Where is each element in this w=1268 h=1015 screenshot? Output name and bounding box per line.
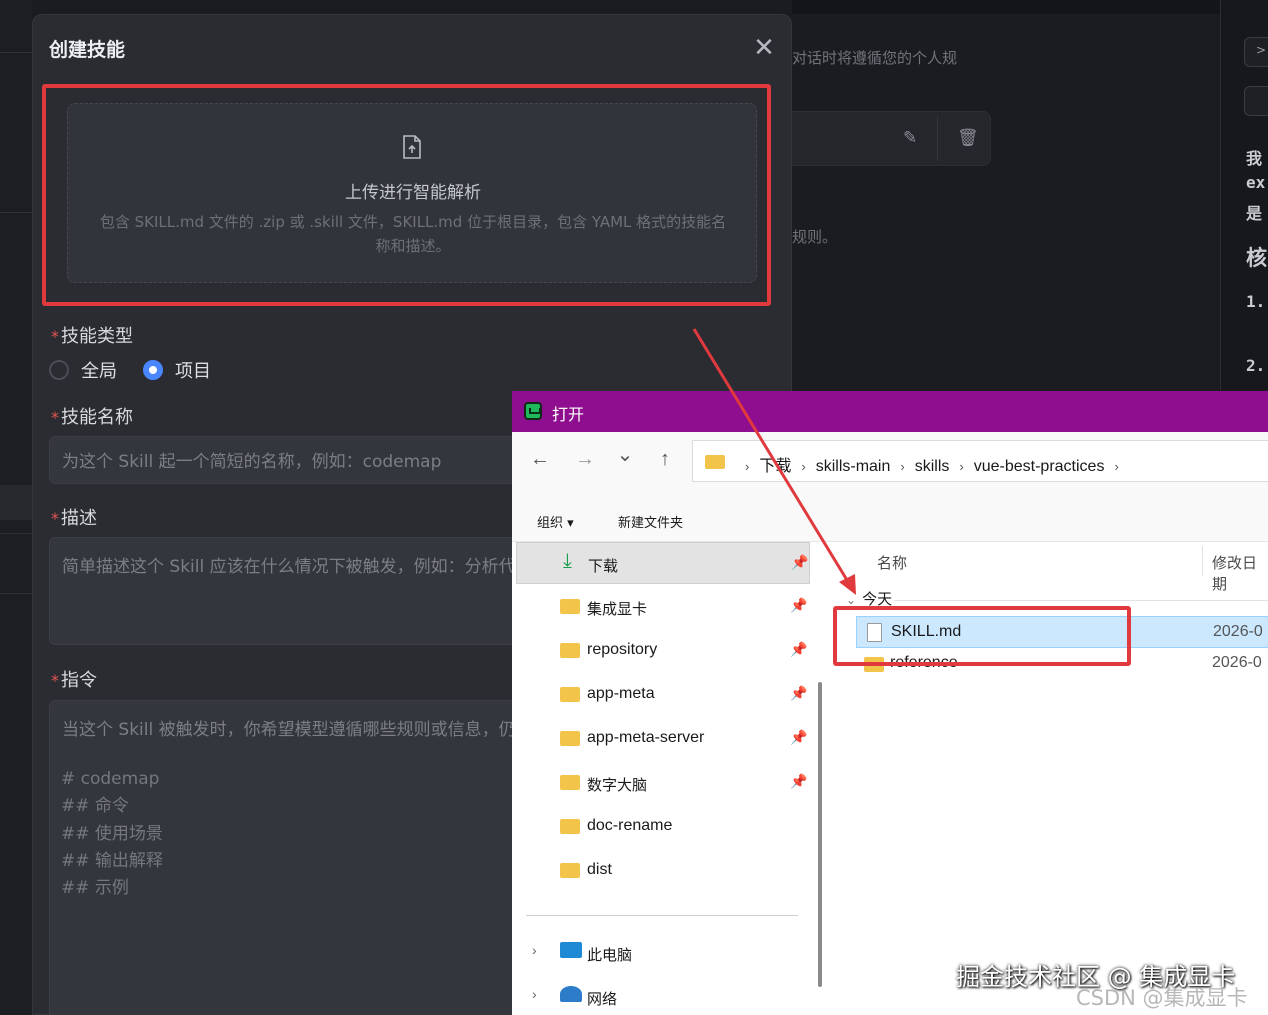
new-folder-button[interactable]: 新建文件夹: [618, 512, 683, 531]
file-open-dialog: 打开 ← → ⌄ ↑ › 下载 › skills-main › skills › vue-be…: [512, 391, 1268, 1015]
instructions-label: * 指令: [51, 670, 97, 691]
sidebar-scrollbar[interactable]: [818, 682, 822, 987]
folder-icon: [560, 687, 580, 702]
sidebar-item-folder[interactable]: dist: [516, 850, 810, 892]
background-top-band: [792, 0, 1220, 14]
back-arrow-icon[interactable]: ←: [525, 444, 555, 474]
pin-icon[interactable]: 📌: [790, 773, 807, 790]
folder-icon: [560, 775, 580, 790]
chevron-right-icon[interactable]: >: [1244, 37, 1268, 67]
edit-icon[interactable]: ✎: [903, 128, 917, 148]
group-header-today[interactable]: ⌄ 今天: [846, 588, 892, 609]
close-icon[interactable]: ✕: [751, 35, 777, 61]
right-panel-item-1: 1.: [1246, 292, 1266, 311]
watermark-secondary: CSDN @集成显卡: [1076, 986, 1248, 1010]
up-arrow-icon[interactable]: ↑: [650, 444, 680, 474]
instructions-template: # codemap ## 命令 ## 使用场景 ## 输出解释 ## 示例: [61, 769, 163, 899]
dialog-title: 打开: [552, 405, 585, 424]
radio-project[interactable]: 项目: [143, 357, 211, 383]
sidebar-divider: [526, 915, 798, 916]
breadcrumb-item[interactable]: skills: [915, 458, 950, 475]
dialog-titlebar: 打开: [512, 391, 1268, 432]
trash-icon[interactable]: 🗑: [957, 128, 979, 148]
chevron-down-icon: ⌄: [846, 593, 857, 607]
folder-icon: [560, 643, 580, 658]
right-panel-text-2: ex: [1246, 173, 1266, 192]
column-header-modified[interactable]: 修改日期: [1212, 552, 1268, 594]
sidebar-item-folder[interactable]: app-meta-server 📌: [516, 718, 810, 760]
file-row-skill-md[interactable]: SKILL.md 2026-0: [856, 616, 1268, 648]
download-icon: ⤓: [563, 550, 572, 572]
sidebar-item-folder[interactable]: 数字大脑 📌: [516, 762, 810, 804]
background-hint-text-2: 规则。: [792, 228, 838, 246]
app-icon: [524, 402, 542, 420]
sidebar-item-this-pc[interactable]: 此电脑: [516, 932, 810, 974]
sidebar-item-folder[interactable]: app-meta 📌: [516, 674, 810, 716]
radio-circle-checked: [143, 360, 163, 380]
right-panel-item-2: 2.: [1246, 356, 1266, 375]
background-divider: [937, 116, 938, 161]
sidebar-item-folder[interactable]: 集成显卡 📌: [516, 586, 810, 628]
radio-global[interactable]: 全局: [49, 357, 117, 383]
description-label: * 描述: [51, 508, 97, 529]
sidebar-item-downloads[interactable]: ⤓ 下载 📌: [516, 542, 810, 584]
breadcrumb-item[interactable]: skills-main: [816, 458, 891, 475]
navigation-pane: ⤓ 下载 📌 集成显卡 📌 repository 📌 app-meta 📌 ap…: [512, 542, 822, 1015]
background-hint-text: 对话时将遵循您的个人规: [792, 49, 958, 67]
pin-icon[interactable]: 📌: [790, 597, 807, 614]
folder-icon: [864, 657, 884, 672]
folder-icon: [705, 455, 725, 469]
sidebar-item-network[interactable]: 网络: [516, 976, 810, 1015]
folder-icon: [560, 863, 580, 878]
folder-icon: [560, 599, 580, 614]
dialog-toolbar: 组织 ▾ 新建文件夹: [512, 492, 1268, 542]
upload-description: 包含 SKILL.md 文件的 .zip 或 .skill 文件，SKILL.m…: [99, 213, 727, 255]
pin-icon[interactable]: 📌: [790, 685, 807, 702]
file-upload-icon: [403, 135, 421, 159]
modal-title: 创建技能: [49, 39, 126, 61]
skill-name-label: * 技能名称: [51, 407, 133, 428]
code-icon[interactable]: [1244, 86, 1268, 116]
upload-title: 上传进行智能解析: [345, 183, 481, 203]
pin-icon[interactable]: 📌: [791, 554, 808, 571]
breadcrumb-item[interactable]: vue-best-practices: [974, 458, 1105, 475]
file-row-reference[interactable]: reference 2026-0: [856, 648, 1268, 680]
upload-dropzone[interactable]: 上传进行智能解析 包含 SKILL.md 文件的 .zip 或 .skill 文…: [67, 103, 757, 283]
history-chevron-icon[interactable]: ⌄: [610, 440, 640, 470]
group-divider: [894, 600, 1268, 601]
background-left-strip: [0, 0, 32, 1015]
forward-arrow-icon[interactable]: →: [570, 444, 600, 474]
address-bar[interactable]: › 下载 › skills-main › skills › vue-best-practice…: [692, 440, 1268, 482]
skill-type-label: * 技能类型: [51, 326, 133, 347]
organize-button[interactable]: 组织 ▾: [537, 512, 574, 531]
right-panel-heading: 核: [1246, 246, 1267, 270]
instructions-placeholder: 当这个 Skill 被触发时，你希望模型遵循哪些规则或信息，仍: [62, 720, 516, 740]
skill-type-radio-group: 全局 项目: [49, 357, 237, 383]
breadcrumb-item[interactable]: 下载: [759, 458, 791, 475]
radio-circle: [49, 360, 69, 380]
pin-icon[interactable]: 📌: [790, 729, 807, 746]
right-panel-text-1: 我: [1246, 149, 1263, 168]
document-icon: [867, 623, 882, 642]
dialog-navbar: ← → ⌄ ↑ › 下载 › skills-main › skills › vue-best-…: [512, 432, 1268, 492]
column-header-name[interactable]: 名称: [877, 552, 907, 573]
right-panel-text-3: 是: [1246, 204, 1263, 223]
folder-icon: [560, 731, 580, 746]
breadcrumb: › 下载 › skills-main › skills › vue-best-practice…: [745, 458, 1119, 475]
sidebar-item-folder[interactable]: doc-rename: [516, 806, 810, 848]
file-list-pane: 名称 修改日期 ⌄ 今天 SKILL.md 2026-0 reference 20…: [834, 542, 1268, 1015]
pin-icon[interactable]: 📌: [790, 641, 807, 658]
column-divider[interactable]: [1202, 546, 1203, 576]
folder-icon: [560, 819, 580, 834]
sidebar-item-folder[interactable]: repository 📌: [516, 630, 810, 672]
